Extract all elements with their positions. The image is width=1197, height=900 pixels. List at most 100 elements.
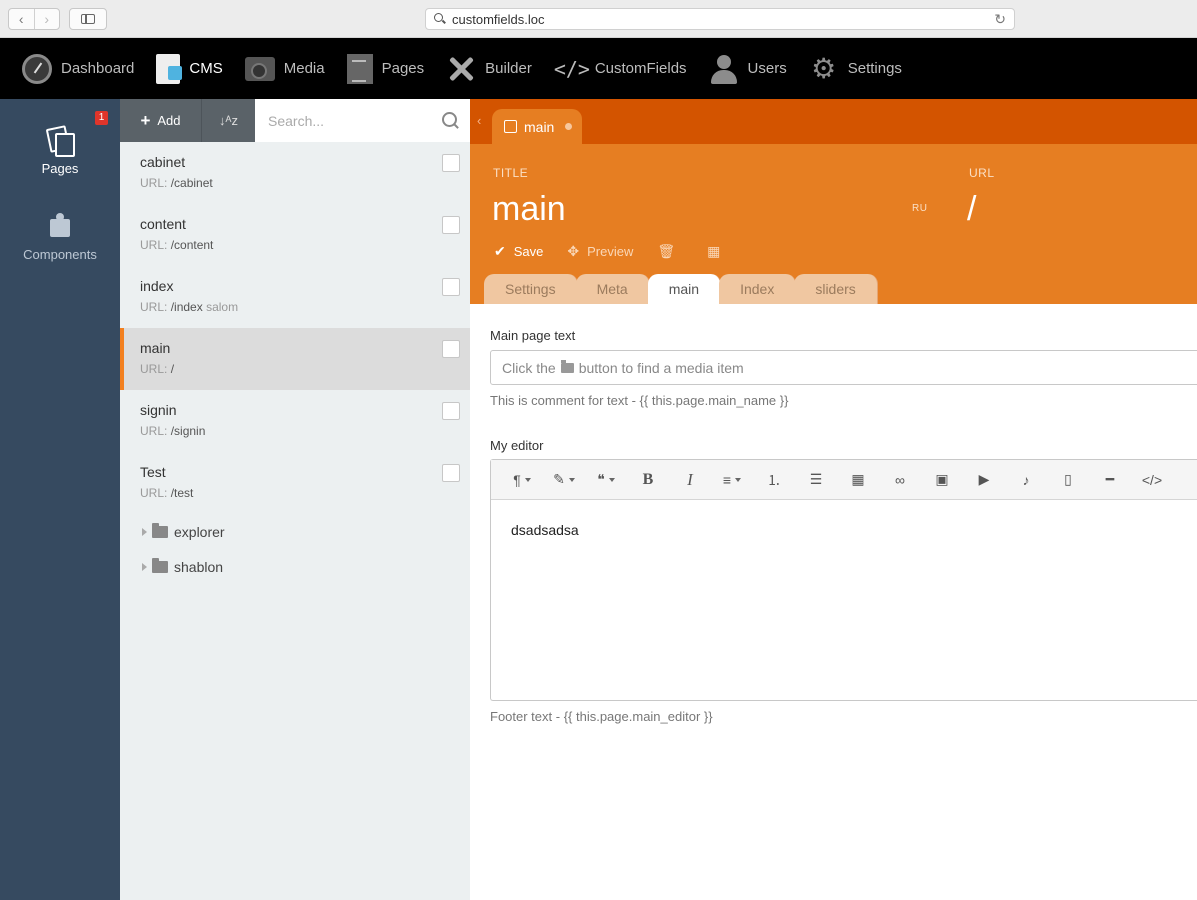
page-row-content[interactable]: content URL: /content <box>120 204 470 266</box>
folder-label: shablon <box>174 558 224 575</box>
media-camera-icon <box>244 56 275 81</box>
image-icon[interactable]: ▣ <box>921 460 963 500</box>
page-checkbox[interactable] <box>442 340 460 358</box>
sidebar-toggle-button[interactable] <box>69 8 107 30</box>
horizontal-rule-icon[interactable]: ━ <box>1089 460 1131 500</box>
page-checkbox[interactable] <box>442 464 460 482</box>
url-path: /test <box>170 486 194 500</box>
preview-label: Preview <box>587 244 634 259</box>
nav-settings[interactable]: ⚙ Settings <box>809 38 902 99</box>
nav-label: Users <box>747 60 787 77</box>
preview-button[interactable]: ✥ Preview <box>567 243 633 260</box>
schedule-button[interactable]: ▦ <box>707 243 728 260</box>
url-extra: salom <box>206 300 239 314</box>
folder-explorer[interactable]: explorer <box>120 514 470 549</box>
search-icon[interactable] <box>442 112 460 130</box>
page-copy-icon <box>504 120 517 133</box>
url-input[interactable]: / <box>967 190 976 229</box>
check-icon: ✔ <box>494 243 506 259</box>
document-tab-main[interactable]: main <box>492 109 582 144</box>
url-path: /content <box>170 238 214 252</box>
add-page-button[interactable]: + Add <box>120 99 201 142</box>
list-toolbar: + Add ↓ᴬz <box>120 99 470 142</box>
unordered-list-icon[interactable]: ☰ <box>795 460 837 500</box>
reload-icon[interactable]: ↻ <box>994 11 1006 28</box>
pages-list-panel: + Add ↓ᴬz cabinet URL: /cabinet content … <box>120 99 470 900</box>
search-input[interactable] <box>255 99 470 142</box>
page-title: main <box>140 340 171 356</box>
media-finder-input[interactable]: Click the button to find a media item <box>490 350 1197 385</box>
bold-icon[interactable]: B <box>627 460 669 500</box>
sidebar-item-pages[interactable]: Pages <box>0 125 120 176</box>
my-editor-label: My editor <box>490 438 544 453</box>
settings-gear-icon: ⚙ <box>811 52 837 84</box>
address-bar[interactable]: customfields.loc ↻ <box>425 8 1015 30</box>
page-checkbox[interactable] <box>442 402 460 420</box>
sort-button[interactable]: ↓ᴬz <box>201 99 255 142</box>
nav-users[interactable]: Users <box>709 38 787 99</box>
save-button[interactable]: ✔ Save <box>494 243 543 260</box>
url-prefix: URL: <box>140 424 168 438</box>
tab-settings[interactable]: Settings <box>484 274 578 304</box>
url-text: customfields.loc <box>452 11 545 27</box>
italic-icon[interactable]: I <box>669 460 711 500</box>
delete-button[interactable]: 🗑 <box>657 243 683 260</box>
url-prefix: URL: <box>140 238 168 252</box>
nav-label: Media <box>283 60 325 77</box>
language-switch[interactable]: RU <box>912 203 927 214</box>
ordered-list-icon[interactable]: ⒈ <box>753 460 795 500</box>
tab-main[interactable]: main <box>647 274 722 304</box>
nav-dashboard[interactable]: Dashboard <box>22 38 134 99</box>
plus-icon: + <box>140 110 151 130</box>
table-icon[interactable]: ▦ <box>837 460 879 500</box>
page-row-test[interactable]: Test URL: /test <box>120 452 470 514</box>
tab-meta[interactable]: Meta <box>575 274 650 304</box>
page-row-main[interactable]: main URL: / <box>120 328 470 390</box>
folder-icon <box>152 522 168 538</box>
page-checkbox[interactable] <box>442 154 460 172</box>
page-row-index[interactable]: index URL: /index salom <box>120 266 470 328</box>
page-checkbox[interactable] <box>442 216 460 234</box>
nav-label: CMS <box>189 60 223 77</box>
nav-pages[interactable]: Pages <box>346 38 424 99</box>
back-icon[interactable]: ‹ <box>9 9 34 29</box>
audio-icon[interactable]: ♪ <box>1005 460 1047 500</box>
editor-content[interactable]: dsadsadsa <box>491 500 1197 560</box>
nav-customfields[interactable]: </> CustomFields <box>554 38 687 99</box>
file-icon[interactable]: ▯ <box>1047 460 1089 500</box>
page-url: URL: /cabinet <box>140 176 470 190</box>
page-row-signin[interactable]: signin URL: /signin <box>120 390 470 452</box>
folder-shablon[interactable]: shablon <box>120 549 470 584</box>
title-label: TITLE <box>493 166 529 180</box>
code-view-icon[interactable]: </> <box>1131 460 1173 500</box>
tab-index[interactable]: Index <box>719 274 797 304</box>
caret-right-icon[interactable] <box>142 562 147 571</box>
page-checkbox[interactable] <box>442 278 460 296</box>
url-prefix: URL: <box>140 486 168 500</box>
sidebar-item-components[interactable]: Components <box>0 211 120 262</box>
page-row-cabinet[interactable]: cabinet URL: /cabinet <box>120 142 470 204</box>
caret-right-icon[interactable] <box>142 527 147 536</box>
quote-icon[interactable]: ❝ <box>585 460 627 500</box>
nav-cms[interactable]: CMS <box>156 38 223 99</box>
tab-sliders[interactable]: sliders <box>794 274 878 304</box>
main-page-text-label: Main page text <box>490 328 576 343</box>
title-input[interactable]: main <box>492 190 566 229</box>
align-icon[interactable]: ≡ <box>711 460 753 500</box>
video-icon[interactable]: ▶ <box>963 460 1005 500</box>
page-url: URL: /signin <box>140 424 470 438</box>
paragraph-format-icon[interactable]: ¶ <box>501 460 543 500</box>
cms-icon <box>156 53 183 84</box>
nav-label: Builder <box>485 60 532 77</box>
url-path: / <box>170 362 175 376</box>
magic-wand-icon[interactable]: ✎ <box>543 460 585 500</box>
collapse-chevron-icon[interactable]: ‹ <box>477 113 481 128</box>
sidebar-item-label: Pages <box>41 161 79 176</box>
nav-builder[interactable]: Builder <box>446 38 532 99</box>
side-navigation: Pages 1 Components <box>0 99 120 900</box>
page-url: URL: /content <box>140 238 470 252</box>
link-icon[interactable]: ∞ <box>879 460 921 500</box>
page-url: URL: / <box>140 362 470 376</box>
forward-icon[interactable]: › <box>33 9 60 29</box>
nav-media[interactable]: Media <box>244 38 325 99</box>
